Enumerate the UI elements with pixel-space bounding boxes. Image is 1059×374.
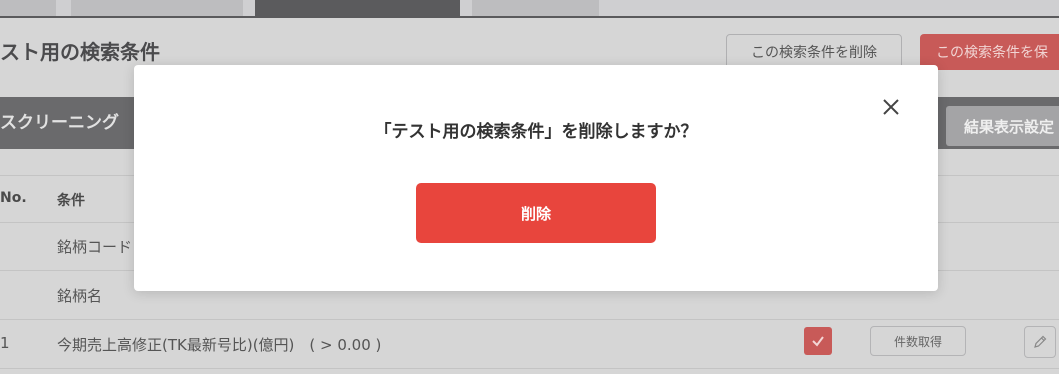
- confirm-delete-button[interactable]: 削除: [416, 183, 656, 243]
- enabled-checkbox[interactable]: [804, 327, 832, 355]
- row-no: 1: [0, 334, 10, 352]
- table-row: 1 今期売上高修正(TK最新号比)(億円) ( > 0.00 ) 件数取得: [0, 320, 1059, 369]
- row-condition: 今期売上高修正(TK最新号比)(億円) ( > 0.00 ): [57, 336, 382, 354]
- tab-1[interactable]: [0, 0, 56, 16]
- row-condition: 銘柄コード: [57, 238, 133, 256]
- dialog-message: 「テスト用の検索条件」を削除しますか？: [374, 122, 698, 142]
- tab-2[interactable]: [71, 0, 243, 16]
- tab-4[interactable]: [472, 0, 599, 16]
- column-no: No.: [0, 190, 27, 206]
- delete-confirm-dialog: 「テスト用の検索条件」を削除しますか？ 削除: [134, 65, 938, 291]
- result-settings-button[interactable]: 結果表示設定: [946, 106, 1059, 146]
- pencil-icon: [1034, 335, 1047, 348]
- close-icon[interactable]: [879, 95, 903, 119]
- tab-3[interactable]: [255, 0, 460, 16]
- row-condition: 銘柄名: [57, 287, 103, 305]
- save-condition-button[interactable]: この検索条件を保: [920, 34, 1059, 70]
- get-count-button[interactable]: 件数取得: [870, 326, 966, 356]
- column-condition: 条件: [57, 193, 85, 209]
- edit-button[interactable]: [1024, 326, 1056, 358]
- tab-strip: [0, 0, 1059, 18]
- check-icon: [812, 336, 824, 347]
- page-title: スト用の検索条件: [0, 40, 160, 64]
- section-title: スクリーニング: [0, 113, 119, 133]
